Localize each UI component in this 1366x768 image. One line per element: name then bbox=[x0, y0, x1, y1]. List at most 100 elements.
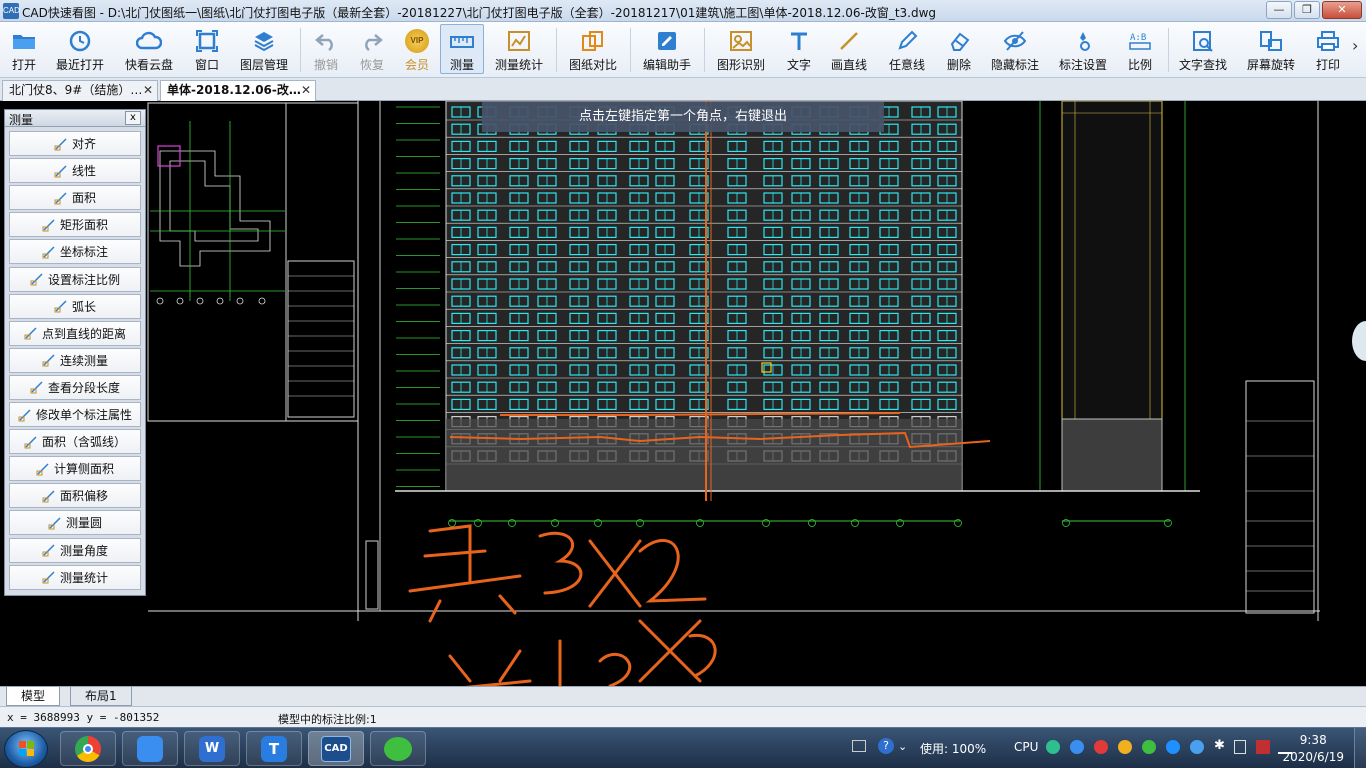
taskbar-wechat[interactable] bbox=[370, 731, 426, 766]
toolbar-recent-button[interactable]: 最近打开 bbox=[52, 24, 108, 74]
toolbar-compare-button[interactable]: 图纸对比 bbox=[564, 24, 622, 74]
measure-tool-button[interactable]: 测量圆 bbox=[9, 510, 141, 536]
redo-icon bbox=[358, 28, 386, 54]
toolbar-delete-button[interactable]: 删除 bbox=[940, 24, 978, 74]
keyboard-icon[interactable] bbox=[852, 740, 866, 752]
printer-icon bbox=[1314, 28, 1342, 54]
measure-tool-button[interactable]: 矩形面积 bbox=[9, 212, 141, 238]
toolbar-hide-annotation-button[interactable]: 隐藏标注 bbox=[986, 24, 1044, 74]
taskbar-cad[interactable]: CAD bbox=[308, 731, 364, 766]
weibo-icon[interactable] bbox=[1094, 740, 1108, 754]
toolbar-label: 撤销 bbox=[313, 58, 338, 72]
main-toolbar: 打开 最近打开 快看云盘 窗口 图层管理 撤销 恢复 VIP 会员 测量 测量统… bbox=[0, 22, 1366, 78]
circle-measure-icon bbox=[48, 516, 62, 530]
toolbar-rotate-screen-button[interactable]: 屏幕旋转 bbox=[1242, 24, 1300, 74]
measure-tool-button[interactable]: 测量角度 bbox=[9, 537, 141, 563]
taskbar-feishu[interactable] bbox=[122, 731, 178, 766]
taskbar-chrome[interactable] bbox=[60, 731, 116, 766]
measure-tool-button[interactable]: 计算侧面积 bbox=[9, 456, 141, 482]
taskbar-text-app[interactable]: T bbox=[246, 731, 302, 766]
toolbar-label: 会员 bbox=[404, 58, 429, 72]
toolbar-more-button[interactable]: › bbox=[1352, 36, 1358, 55]
measure-tool-button[interactable]: 面积（含弧线） bbox=[9, 429, 141, 455]
maximize-button[interactable]: ❐ bbox=[1294, 1, 1320, 19]
feishu-tray-icon[interactable] bbox=[1190, 740, 1204, 754]
measure-tool-button[interactable]: 连续测量 bbox=[9, 347, 141, 373]
layout-tab-model[interactable]: 模型 bbox=[6, 687, 61, 706]
align-measure-icon bbox=[54, 137, 68, 151]
wps-icon: W bbox=[199, 735, 225, 762]
measure-tool-button[interactable]: 面积 bbox=[9, 185, 141, 211]
volume-muted-icon[interactable] bbox=[1256, 740, 1270, 754]
toolbar-line-button[interactable]: 画直线 bbox=[826, 24, 872, 74]
document-tab-active[interactable]: 单体-2018.12.06-改… ✕ bbox=[160, 80, 316, 101]
toolbar-text-search-button[interactable]: 文字查找 bbox=[1174, 24, 1232, 74]
toolbar-layers-button[interactable]: 图层管理 bbox=[234, 24, 294, 74]
app-logo-icon: CAD bbox=[3, 3, 20, 19]
rotate-screen-icon bbox=[1257, 28, 1285, 54]
tab-close-icon[interactable]: ✕ bbox=[143, 81, 153, 100]
toolbar-edit-helper-button[interactable]: 编辑助手 bbox=[638, 24, 696, 74]
close-button[interactable]: ✕ bbox=[1322, 1, 1362, 19]
measure-tool-button[interactable]: 坐标标注 bbox=[9, 239, 141, 265]
clock-time: 9:38 bbox=[1299, 733, 1327, 747]
tray-app-icon[interactable] bbox=[1166, 740, 1180, 754]
measure-tool-button[interactable]: 修改单个标注属性 bbox=[9, 402, 141, 427]
annotation-settings-icon bbox=[1069, 28, 1097, 54]
measure-tool-button[interactable]: 对齐 bbox=[9, 131, 141, 156]
measure-tool-label: 矩形面积 bbox=[59, 218, 108, 233]
toolbar-text-button[interactable]: 文字 bbox=[780, 24, 818, 74]
toolbar-print-button[interactable]: 打印 bbox=[1308, 24, 1348, 74]
measure-tool-label: 连续测量 bbox=[59, 353, 108, 368]
tray-app-icon[interactable] bbox=[1046, 740, 1060, 754]
system-clock[interactable]: 9:38 2020/6/19 bbox=[1282, 732, 1344, 766]
toolbar-redo-button[interactable]: 恢复 bbox=[352, 24, 392, 74]
measure-tool-button[interactable]: 查看分段长度 bbox=[9, 374, 141, 400]
toolbar-undo-button[interactable]: 撤销 bbox=[306, 24, 346, 74]
measure-tool-button[interactable]: 线性 bbox=[9, 158, 141, 184]
show-desktop-button[interactable] bbox=[1354, 728, 1366, 768]
clipboard-icon[interactable] bbox=[1234, 740, 1246, 754]
toolbar-measure-button[interactable]: 测量 bbox=[440, 24, 484, 74]
window-controls: — ❐ ✕ bbox=[1266, 1, 1362, 19]
toolbar-freehand-button[interactable]: 任意线 bbox=[884, 24, 930, 74]
minimize-button[interactable]: — bbox=[1266, 1, 1292, 19]
qq-icon[interactable] bbox=[1118, 740, 1132, 754]
toolbar-open-button[interactable]: 打开 bbox=[4, 24, 44, 74]
document-tab[interactable]: 北门仗8、9#（结施）… ✕ bbox=[2, 80, 158, 101]
toolbar-annotation-settings-button[interactable]: 标注设置 bbox=[1054, 24, 1112, 74]
toolbar-scale-button[interactable]: A:B 比例 bbox=[1120, 24, 1160, 74]
layout-tab-layout1[interactable]: 布局1 bbox=[70, 687, 132, 706]
measure-tool-button[interactable]: 点到直线的距离 bbox=[9, 320, 141, 346]
wechat-tray-icon[interactable] bbox=[1142, 740, 1156, 754]
drawing-canvas[interactable] bbox=[0, 101, 1366, 686]
toolbar-label: 文字查找 bbox=[1178, 58, 1227, 72]
help-icon[interactable]: ? bbox=[878, 738, 894, 754]
measure-panel-close-button[interactable]: x bbox=[125, 111, 141, 125]
measure-tool-button[interactable]: 测量统计 bbox=[9, 564, 141, 590]
toolbar-cloud-button[interactable]: 快看云盘 bbox=[120, 24, 178, 74]
scale-icon: A:B bbox=[1126, 28, 1154, 54]
toolbar-window-button[interactable]: 窗口 bbox=[188, 24, 226, 74]
measure-tool-label: 测量圆 bbox=[65, 516, 102, 531]
chevron-down-icon[interactable]: ⌄ bbox=[898, 740, 907, 753]
settings-gear-icon[interactable] bbox=[1070, 740, 1084, 754]
measure-tool-button[interactable]: 面积偏移 bbox=[9, 483, 141, 509]
toolbar-measure-stats-button[interactable]: 测量统计 bbox=[490, 24, 548, 74]
tab-close-icon[interactable]: ✕ bbox=[301, 81, 311, 100]
bluetooth-icon[interactable]: ✱ bbox=[1214, 738, 1225, 753]
measure-panel-header[interactable]: 测量 x bbox=[5, 110, 145, 127]
toolbar-shape-recognize-button[interactable]: 图形识别 bbox=[712, 24, 770, 74]
measure-tool-label: 查看分段长度 bbox=[47, 380, 120, 395]
chrome-icon bbox=[75, 735, 101, 762]
toolbar-label: 窗口 bbox=[194, 58, 219, 72]
measure-tool-button[interactable]: 弧长 bbox=[9, 293, 141, 319]
angle-icon bbox=[42, 543, 56, 557]
taskbar-wps[interactable]: W bbox=[184, 731, 240, 766]
measure-tool-button[interactable]: 设置标注比例 bbox=[9, 266, 141, 292]
measure-tool-label: 测量角度 bbox=[59, 543, 108, 558]
folder-icon bbox=[10, 28, 38, 54]
toolbar-vip-button[interactable]: VIP 会员 bbox=[398, 24, 436, 74]
windows-start-button[interactable] bbox=[4, 730, 48, 768]
toolbar-label: 恢复 bbox=[359, 58, 384, 72]
